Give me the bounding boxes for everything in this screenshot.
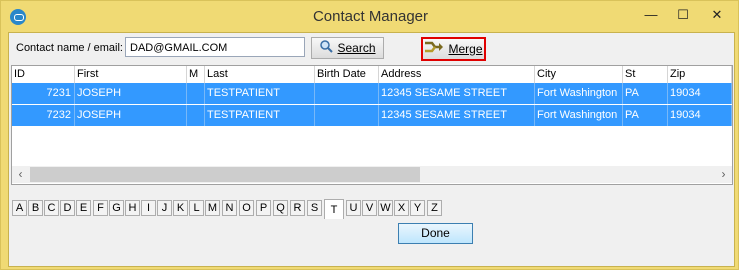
grid-header: ID First M Last Birth Date Address City … <box>12 66 732 84</box>
done-button[interactable]: Done <box>398 223 473 244</box>
cell-id: 7232 <box>12 105 75 126</box>
contacts-grid[interactable]: ID First M Last Birth Date Address City … <box>11 65 733 185</box>
search-input[interactable]: DAD@GMAIL.COM <box>125 37 305 57</box>
magnifier-icon <box>319 39 334 59</box>
column-header-first[interactable]: First <box>75 66 187 83</box>
alphabet-tab-m[interactable]: M <box>205 200 220 216</box>
alphabet-tab-y[interactable]: Y <box>410 200 425 216</box>
minimize-button[interactable]: — <box>638 7 664 23</box>
alphabet-tab-z[interactable]: Z <box>427 200 442 216</box>
cell-id: 7231 <box>12 83 75 104</box>
cell-birth-date <box>315 105 379 126</box>
alphabet-tab-u[interactable]: U <box>346 200 361 216</box>
alphabet-tab-w[interactable]: W <box>378 200 393 216</box>
cell-last: TESTPATIENT <box>205 105 315 126</box>
alphabet-tab-o[interactable]: O <box>239 200 254 216</box>
column-header-birth-date[interactable]: Birth Date <box>315 66 379 83</box>
cell-first: JOSEPH <box>75 105 187 126</box>
alphabet-tab-n[interactable]: N <box>222 200 237 216</box>
alphabet-tab-e[interactable]: E <box>76 200 91 216</box>
merge-button-label: Merge <box>448 42 483 56</box>
cell-address: 12345 SESAME STREET <box>379 83 535 104</box>
cell-zip: 19034 <box>668 83 732 104</box>
alphabet-tab-g[interactable]: G <box>109 200 124 216</box>
cell-last: TESTPATIENT <box>205 83 315 104</box>
alphabet-tab-v[interactable]: V <box>362 200 377 216</box>
alphabet-tab-r[interactable]: R <box>290 200 305 216</box>
alphabet-tab-x[interactable]: X <box>394 200 409 216</box>
alphabet-tab-p[interactable]: P <box>256 200 271 216</box>
column-header-id[interactable]: ID <box>12 66 75 83</box>
scrollbar-thumb[interactable] <box>30 167 420 182</box>
dialog-body: Contact name / email: DAD@GMAIL.COM Sear… <box>8 32 735 267</box>
cell-city: Fort Washington <box>535 105 623 126</box>
column-header-state[interactable]: St <box>623 66 668 83</box>
column-header-address[interactable]: Address <box>379 66 535 83</box>
table-row[interactable]: 7232 JOSEPH TESTPATIENT 12345 SESAME STR… <box>12 105 732 126</box>
column-header-middle[interactable]: M <box>187 66 205 83</box>
alphabet-tab-j[interactable]: J <box>157 200 172 216</box>
alphabet-tab-l[interactable]: L <box>189 200 204 216</box>
column-header-city[interactable]: City <box>535 66 623 83</box>
cell-state: PA <box>623 83 668 104</box>
search-button[interactable]: Search <box>311 37 384 59</box>
column-header-last[interactable]: Last <box>205 66 315 83</box>
alphabet-tab-c[interactable]: C <box>44 200 59 216</box>
alphabet-tab-q[interactable]: Q <box>273 200 288 216</box>
cell-first: JOSEPH <box>75 83 187 104</box>
alphabet-tab-t[interactable]: T <box>324 199 344 219</box>
search-label: Contact name / email: <box>16 42 123 54</box>
cell-middle <box>187 105 205 126</box>
scroll-left-icon[interactable]: ‹ <box>12 166 29 183</box>
horizontal-scrollbar[interactable]: ‹ › <box>12 166 732 183</box>
title-bar: Contact Manager — ☐ ✕ <box>1 1 739 32</box>
cell-state: PA <box>623 105 668 126</box>
merge-button[interactable]: Merge <box>421 37 486 61</box>
cell-middle <box>187 83 205 104</box>
scroll-right-icon[interactable]: › <box>715 166 732 183</box>
maximize-button[interactable]: ☐ <box>670 7 696 23</box>
alphabet-tab-h[interactable]: H <box>125 200 140 216</box>
column-header-zip[interactable]: Zip <box>668 66 732 83</box>
alphabet-tab-s[interactable]: S <box>307 200 322 216</box>
alphabet-tab-a[interactable]: A <box>12 200 27 216</box>
alphabet-tab-i[interactable]: I <box>141 200 156 216</box>
alphabet-tab-f[interactable]: F <box>93 200 108 216</box>
close-button[interactable]: ✕ <box>704 7 730 23</box>
window-title: Contact Manager <box>312 8 429 25</box>
alphabet-tab-d[interactable]: D <box>60 200 75 216</box>
alphabet-tab-k[interactable]: K <box>173 200 188 216</box>
table-row[interactable]: 7231 JOSEPH TESTPATIENT 12345 SESAME STR… <box>12 83 732 104</box>
cell-address: 12345 SESAME STREET <box>379 105 535 126</box>
contact-manager-window: Contact Manager — ☐ ✕ Contact name / ema… <box>0 0 739 270</box>
cell-birth-date <box>315 83 379 104</box>
alphabet-tab-b[interactable]: B <box>28 200 43 216</box>
cell-zip: 19034 <box>668 105 732 126</box>
merge-arrow-icon <box>424 40 444 60</box>
cell-city: Fort Washington <box>535 83 623 104</box>
search-button-label: Search <box>337 41 376 55</box>
